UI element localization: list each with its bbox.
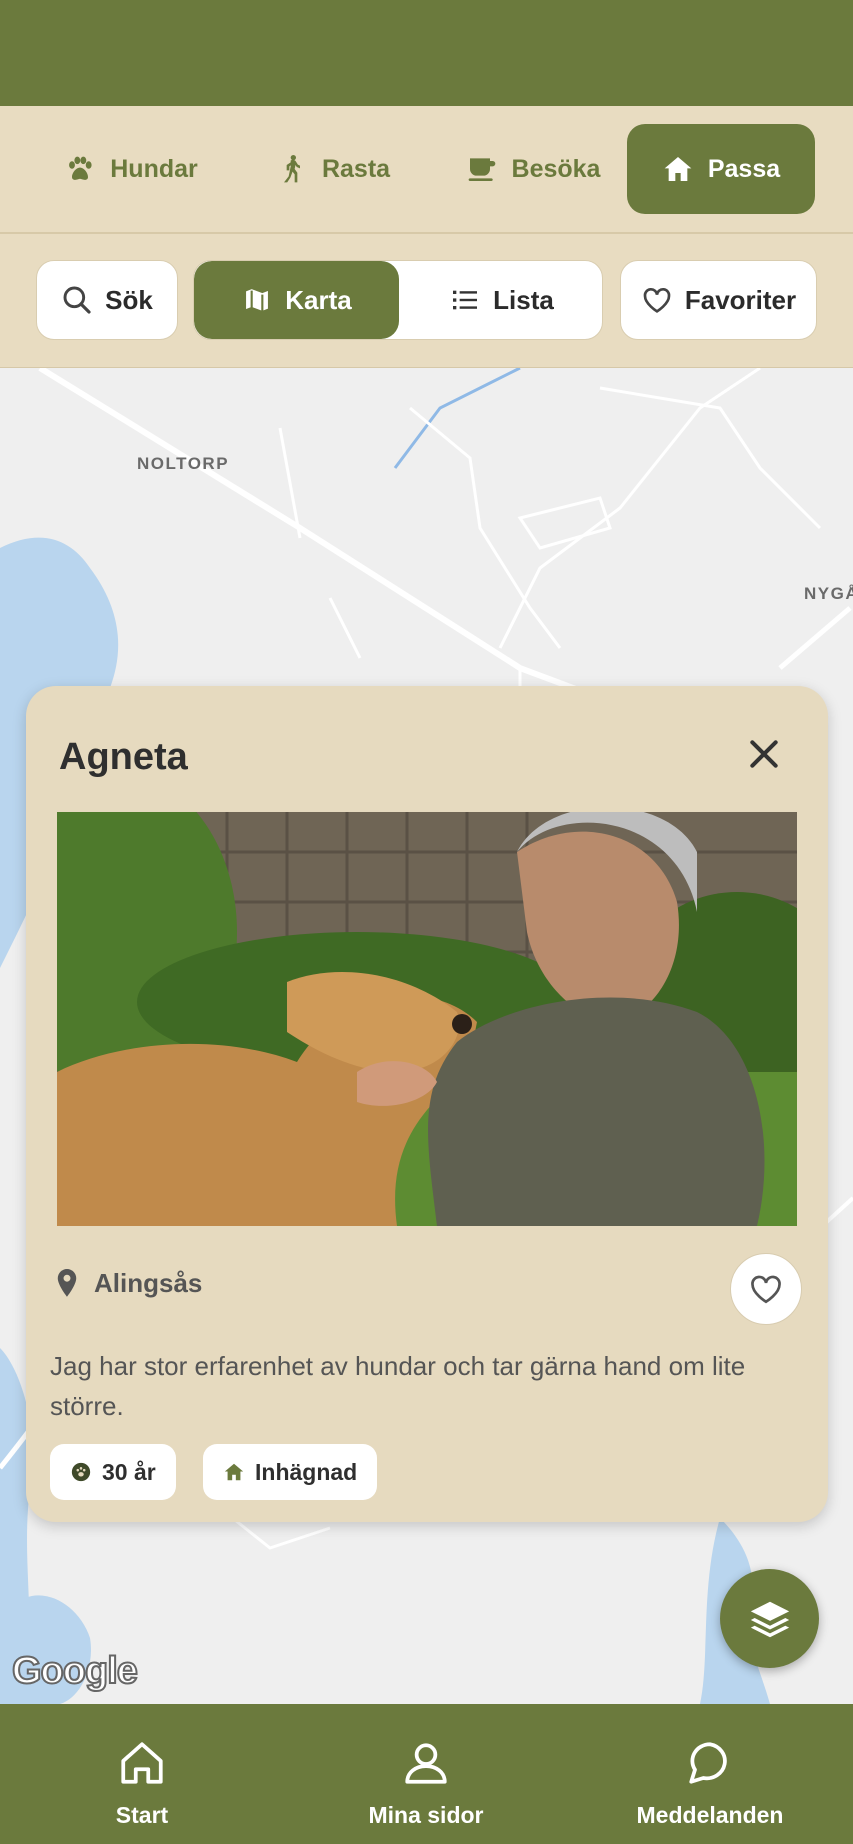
tab-label: Besöka <box>511 154 601 183</box>
fenced-chip: Inhägnad <box>203 1444 378 1500</box>
nav-meddelanden[interactable]: Meddelanden <box>610 1738 810 1829</box>
sitter-name: Agneta <box>59 736 188 778</box>
layers-icon <box>750 1601 789 1637</box>
sitter-photo <box>57 812 797 1226</box>
age-chip: 30 år <box>50 1444 176 1500</box>
coffee-cup-icon <box>468 158 495 181</box>
nav-label: Meddelanden <box>636 1802 784 1828</box>
location-label: Alingsås <box>94 1268 203 1298</box>
paw-badge-icon <box>71 1462 91 1482</box>
location: Alingsås <box>54 1268 202 1299</box>
tab-label: Passa <box>707 154 781 183</box>
search-button[interactable]: Sök <box>36 260 178 340</box>
nav-start[interactable]: Start <box>42 1738 242 1829</box>
map-place-label: NYGÅ <box>804 584 853 603</box>
favorites-label: Favoriter <box>684 284 797 315</box>
search-icon <box>63 286 91 314</box>
heart-icon <box>751 1275 781 1304</box>
home-icon <box>224 1463 244 1481</box>
map-layers-button[interactable] <box>720 1569 819 1668</box>
favorite-button[interactable] <box>730 1253 802 1325</box>
map-icon <box>244 286 271 314</box>
age-label: 30 år <box>102 1458 156 1485</box>
nav-label: Mina sidor <box>368 1802 484 1828</box>
list-icon <box>453 290 478 310</box>
favorites-button[interactable]: Favoriter <box>620 260 817 340</box>
category-tabs: Hundar Rasta Besöka Passa <box>0 106 853 234</box>
status-bar <box>0 0 853 106</box>
nav-label: Start <box>115 1802 169 1828</box>
home-icon <box>664 157 692 181</box>
tab-besoka[interactable]: Besöka <box>448 124 618 214</box>
close-icon[interactable] <box>744 734 784 774</box>
paw-icon <box>69 156 92 180</box>
walking-icon <box>283 155 300 183</box>
home-icon <box>121 1742 163 1784</box>
list-view-label: Lista <box>493 284 554 315</box>
map-view-label: Karta <box>285 284 352 315</box>
tab-rasta[interactable]: Rasta <box>258 124 408 214</box>
bottom-nav: Start Mina sidor Meddelanden <box>0 1704 853 1844</box>
sitter-card[interactable]: Agneta Alingsås Jag har stor erfarenhet … <box>26 686 828 1522</box>
person-icon <box>405 1743 447 1784</box>
list-view-button[interactable]: Lista <box>399 261 602 339</box>
tab-label: Hundar <box>110 154 198 183</box>
sitter-description: Jag har stor erfarenhet av hundar och ta… <box>50 1351 746 1421</box>
map-place-label: NOLTORP <box>137 454 230 473</box>
chat-icon <box>689 1742 727 1784</box>
fenced-label: Inhägnad <box>255 1458 358 1485</box>
google-logo: Google <box>11 1649 139 1693</box>
view-toggle: Karta Lista <box>193 260 603 340</box>
search-label: Sök <box>105 284 153 315</box>
tab-passa[interactable]: Passa <box>627 124 815 214</box>
tab-hundar[interactable]: Hundar <box>46 124 216 214</box>
nav-mina-sidor[interactable]: Mina sidor <box>326 1738 526 1829</box>
tab-label: Rasta <box>321 154 391 183</box>
view-toolbar: Sök Karta Lista Favoriter <box>0 234 853 368</box>
heart-icon <box>643 288 671 313</box>
location-pin-icon <box>57 1268 77 1297</box>
map-view-button[interactable]: Karta <box>194 261 399 339</box>
